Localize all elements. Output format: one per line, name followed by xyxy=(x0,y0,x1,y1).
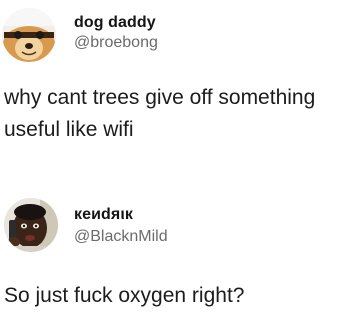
tweet-dog-daddy[interactable]: dog daddy @broebong why cant trees give … xyxy=(0,0,360,165)
display-name[interactable]: dog daddy xyxy=(74,14,156,32)
avatar[interactable] xyxy=(4,198,58,252)
man-on-phone-avatar-icon xyxy=(4,198,58,252)
display-name[interactable]: кеиdяιк xyxy=(74,206,133,224)
user-handle[interactable]: @broebong xyxy=(74,34,158,52)
dog-face-avatar-icon xyxy=(2,8,56,62)
avatar[interactable] xyxy=(2,8,56,62)
tweet-text: So just fuck oxygen right? xyxy=(4,284,245,307)
user-handle[interactable]: @BlacknMild xyxy=(74,228,168,246)
tweet-reply[interactable]: кеиdяιк @BlacknMild So just fuck oxygen … xyxy=(0,190,360,320)
tweet-text: why cant trees give off something useful… xyxy=(4,86,316,141)
